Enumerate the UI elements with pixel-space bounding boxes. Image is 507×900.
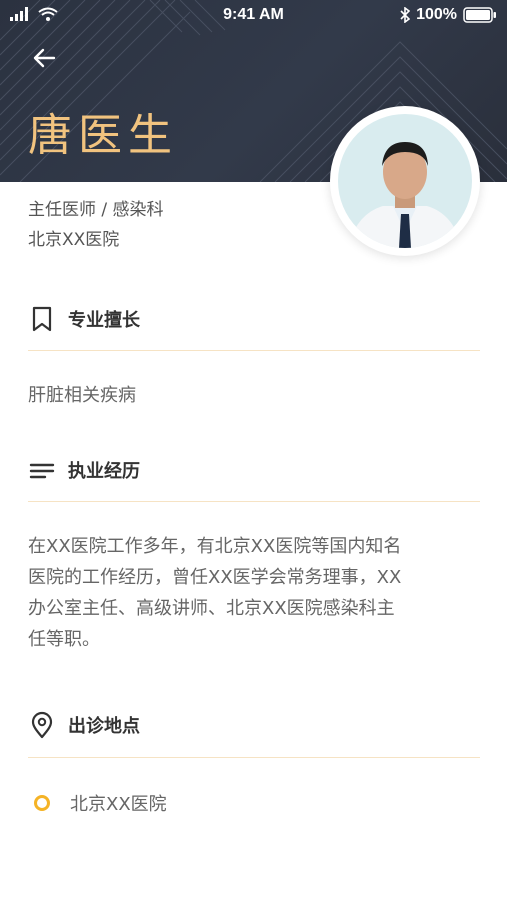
location-section-header: 出诊地点 <box>28 710 140 740</box>
status-right: 100% <box>400 6 497 24</box>
experience-title: 执业经历 <box>68 461 140 482</box>
experience-line: 办公室主任、高级讲师、北京XX医院感染科主 <box>28 598 395 619</box>
battery-percent: 100% <box>416 6 457 23</box>
location-item[interactable]: 北京XX医院 <box>34 790 167 816</box>
specialty-title: 专业擅长 <box>68 310 140 331</box>
divider <box>28 501 480 502</box>
specialty-content: 肝脏相关疾病 <box>28 385 136 406</box>
specialty-section-header: 专业擅长 <box>28 304 140 334</box>
back-arrow-icon[interactable] <box>30 44 58 72</box>
doctor-avatar <box>330 106 480 256</box>
status-bar: 9:41 AM 100% <box>0 0 507 30</box>
doctor-name: 唐医生 <box>28 110 178 161</box>
list-lines-icon <box>29 463 55 479</box>
experience-line: 医院的工作经历，曾任XX医学会常务理事，XX <box>28 567 402 588</box>
divider <box>28 757 480 758</box>
doctor-hospital: 北京XX医院 <box>28 230 120 250</box>
location-name: 北京XX医院 <box>70 794 167 815</box>
location-pin-icon <box>31 711 53 739</box>
divider <box>28 350 480 351</box>
doctor-title-dept: 主任医师 / 感染科 <box>28 200 164 220</box>
experience-line: 在XX医院工作多年，有北京XX医院等国内知名 <box>28 536 402 557</box>
experience-line: 任等职。 <box>28 629 100 650</box>
battery-icon <box>463 7 496 23</box>
location-dot-icon <box>34 795 50 811</box>
bookmark-icon <box>32 306 52 332</box>
location-title: 出诊地点 <box>68 716 140 737</box>
experience-section-header: 执业经历 <box>28 455 140 485</box>
bluetooth-icon <box>400 7 411 23</box>
experience-content: 在XX医院工作多年，有北京XX医院等国内知名 医院的工作经历，曾任XX医学会常务… <box>28 531 480 655</box>
